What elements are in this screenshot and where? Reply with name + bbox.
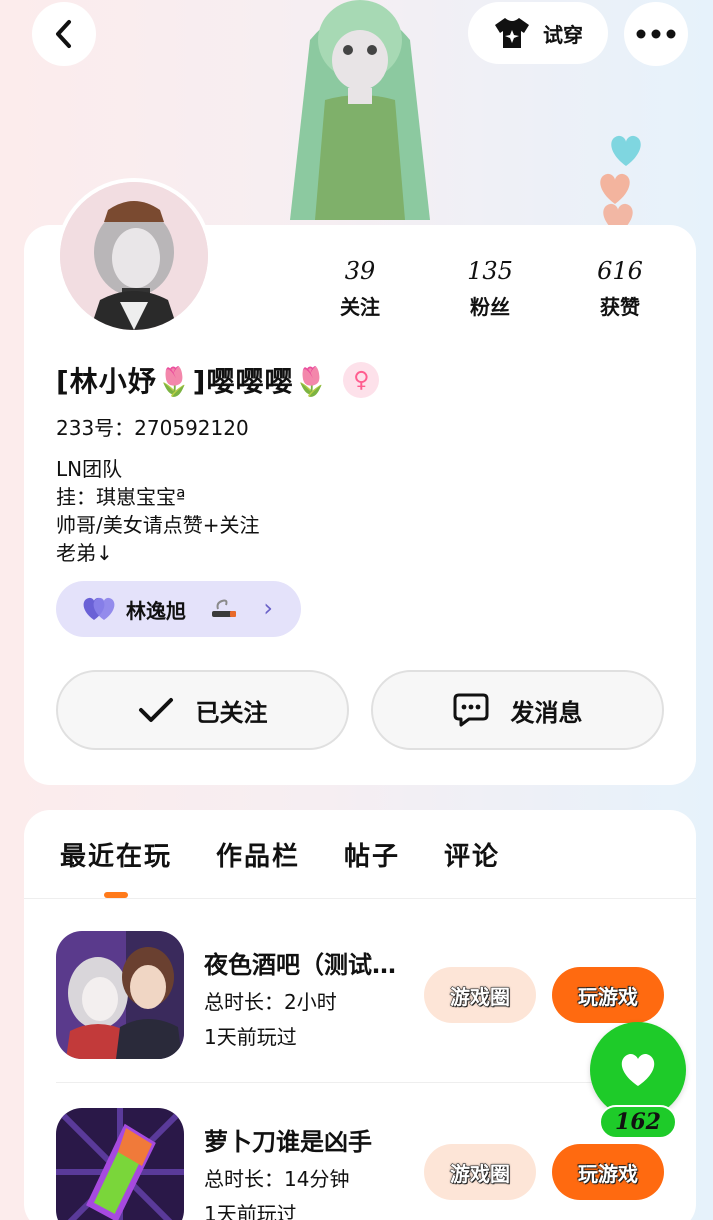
following-label: 已关注 (195, 698, 268, 727)
like-button[interactable] (590, 1022, 686, 1118)
avatar-3d-model (290, 0, 430, 220)
game-list-item[interactable]: 夜色酒吧（测试版） 总时长：2小时 1天前玩过 游戏圈 玩游戏 (56, 931, 664, 1061)
stat-following[interactable]: 39 关注 (295, 257, 425, 320)
more-options-button[interactable] (624, 2, 688, 66)
user-id: 233号：270592120 (56, 416, 249, 440)
stat-followers[interactable]: 135 粉丝 (425, 257, 555, 320)
stat-value: 135 (467, 257, 513, 285)
tab-recently-played[interactable]: 最近在玩 (60, 836, 172, 873)
shirt-icon (495, 18, 529, 48)
stat-label: 关注 (340, 295, 380, 319)
game-circle-button[interactable]: 游戏圈 (424, 967, 536, 1023)
nickname-row: [林小妤🌷]嘤嘤嘤🌷 ♀ (56, 360, 380, 400)
couple-accessory-icon (212, 599, 236, 617)
stat-value: 39 (344, 257, 376, 285)
try-on-button[interactable]: 试穿 (468, 2, 608, 64)
send-message-button[interactable]: 发消息 (371, 670, 664, 750)
following-button[interactable]: 已关注 (56, 670, 349, 750)
tab-posts[interactable]: 帖子 (344, 836, 400, 873)
game-title: 萝卜刀谁是凶手 (204, 1128, 372, 1156)
game-total-time: 总时长：14分钟 (204, 1167, 350, 1191)
game-last-played: 1天前玩过 (204, 1202, 297, 1220)
send-message-label: 发消息 (510, 698, 583, 727)
double-heart-icon (83, 597, 115, 620)
try-on-label: 试穿 (543, 22, 583, 47)
game-info: 萝卜刀谁是凶手 总时长：14分钟 1天前玩过 (204, 1122, 404, 1220)
game-icon-image (56, 931, 184, 1059)
chat-bubble-icon (453, 693, 488, 727)
game-info: 夜色酒吧（测试版） 总时长：2小时 1天前玩过 (204, 945, 404, 1050)
stat-value: 616 (597, 257, 643, 285)
game-icon (56, 1108, 184, 1220)
female-gender-icon: ♀ (343, 362, 380, 398)
stat-label: 获赞 (600, 295, 640, 319)
heart-icon (621, 1053, 655, 1086)
couple-link[interactable]: 林逸旭 › (56, 581, 301, 637)
game-icon (56, 931, 184, 1059)
tabs-divider (24, 898, 696, 899)
couple-name: 林逸旭 (126, 598, 186, 623)
bio-line: 老弟↓ (56, 541, 113, 565)
tab-works[interactable]: 作品栏 (216, 836, 300, 873)
like-count-badge: 162 (599, 1105, 677, 1139)
row-divider (56, 1082, 664, 1083)
game-last-played: 1天前玩过 (204, 1025, 297, 1049)
nickname: [林小妤🌷]嘤嘤嘤🌷 (56, 365, 330, 398)
play-game-button[interactable]: 玩游戏 (552, 967, 664, 1023)
game-list-item[interactable]: 萝卜刀谁是凶手 总时长：14分钟 1天前玩过 游戏圈 玩游戏 (56, 1108, 664, 1220)
user-avatar[interactable] (56, 178, 212, 334)
content-tabs: 最近在玩 作品栏 帖子 评论 (60, 836, 544, 873)
game-icon-image (56, 1108, 184, 1220)
game-total-time: 总时长：2小时 (204, 990, 337, 1014)
checkmark-icon (138, 698, 173, 722)
chevron-right-icon: › (263, 594, 273, 622)
play-game-button[interactable]: 玩游戏 (552, 1144, 664, 1200)
stat-likes[interactable]: 616 获赞 (555, 257, 685, 320)
stat-label: 粉丝 (470, 295, 510, 319)
game-circle-button[interactable]: 游戏圈 (424, 1144, 536, 1200)
game-title: 夜色酒吧（测试版） (204, 951, 404, 979)
back-button[interactable] (32, 2, 96, 66)
back-arrow-icon (56, 20, 71, 48)
stats-bar: 39 关注 135 粉丝 616 获赞 (295, 257, 685, 320)
more-dots-icon (636, 29, 676, 39)
avatar-image (60, 182, 208, 330)
bio: LN团队 挂：琪崽宝宝ª 帅哥/美女请点赞+关注 老弟↓ (56, 455, 260, 567)
bio-line: LN团队 (56, 457, 123, 481)
bio-line: 挂：琪崽宝宝ª (56, 485, 186, 509)
tab-comments[interactable]: 评论 (444, 836, 500, 873)
bio-line: 帅哥/美女请点赞+关注 (56, 513, 260, 537)
